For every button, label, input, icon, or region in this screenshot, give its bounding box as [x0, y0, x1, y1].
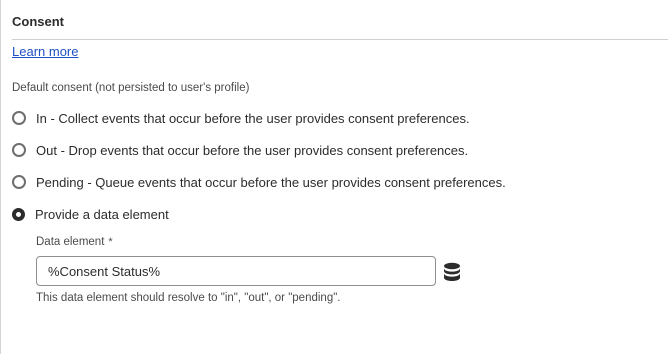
radio-label-in: In - Collect events that occur before th… — [36, 110, 470, 126]
radio-option-data-element[interactable]: Provide a data element — [12, 205, 169, 223]
radio-label-out: Out - Drop events that occur before the … — [36, 142, 469, 158]
radio-button-pending[interactable] — [12, 175, 26, 189]
data-element-picker-button[interactable] — [440, 260, 464, 284]
radio-option-pending[interactable]: Pending - Queue events that occur before… — [12, 173, 506, 191]
radio-button-out[interactable] — [12, 143, 26, 157]
radio-button-data-element[interactable] — [12, 207, 25, 221]
data-element-field-label: Data element * — [36, 236, 113, 248]
data-element-input[interactable] — [36, 256, 436, 286]
data-element-help-text: This data element should resolve to "in"… — [36, 292, 341, 304]
panel-left-border — [0, 0, 1, 354]
data-element-label-text: Data element — [36, 236, 105, 248]
radio-option-in[interactable]: In - Collect events that occur before th… — [12, 109, 470, 127]
radio-option-out[interactable]: Out - Drop events that occur before the … — [12, 141, 468, 159]
radio-label-pending: Pending - Queue events that occur before… — [36, 174, 506, 190]
learn-more-link[interactable]: Learn more — [12, 44, 78, 59]
radio-label-data-element: Provide a data element — [35, 206, 169, 222]
database-icon — [444, 262, 460, 281]
section-title: Consent — [12, 14, 64, 29]
required-asterisk: * — [108, 236, 113, 248]
default-consent-label: Default consent (not persisted to user's… — [12, 82, 250, 94]
section-divider — [12, 39, 668, 40]
radio-button-in[interactable] — [12, 111, 26, 125]
